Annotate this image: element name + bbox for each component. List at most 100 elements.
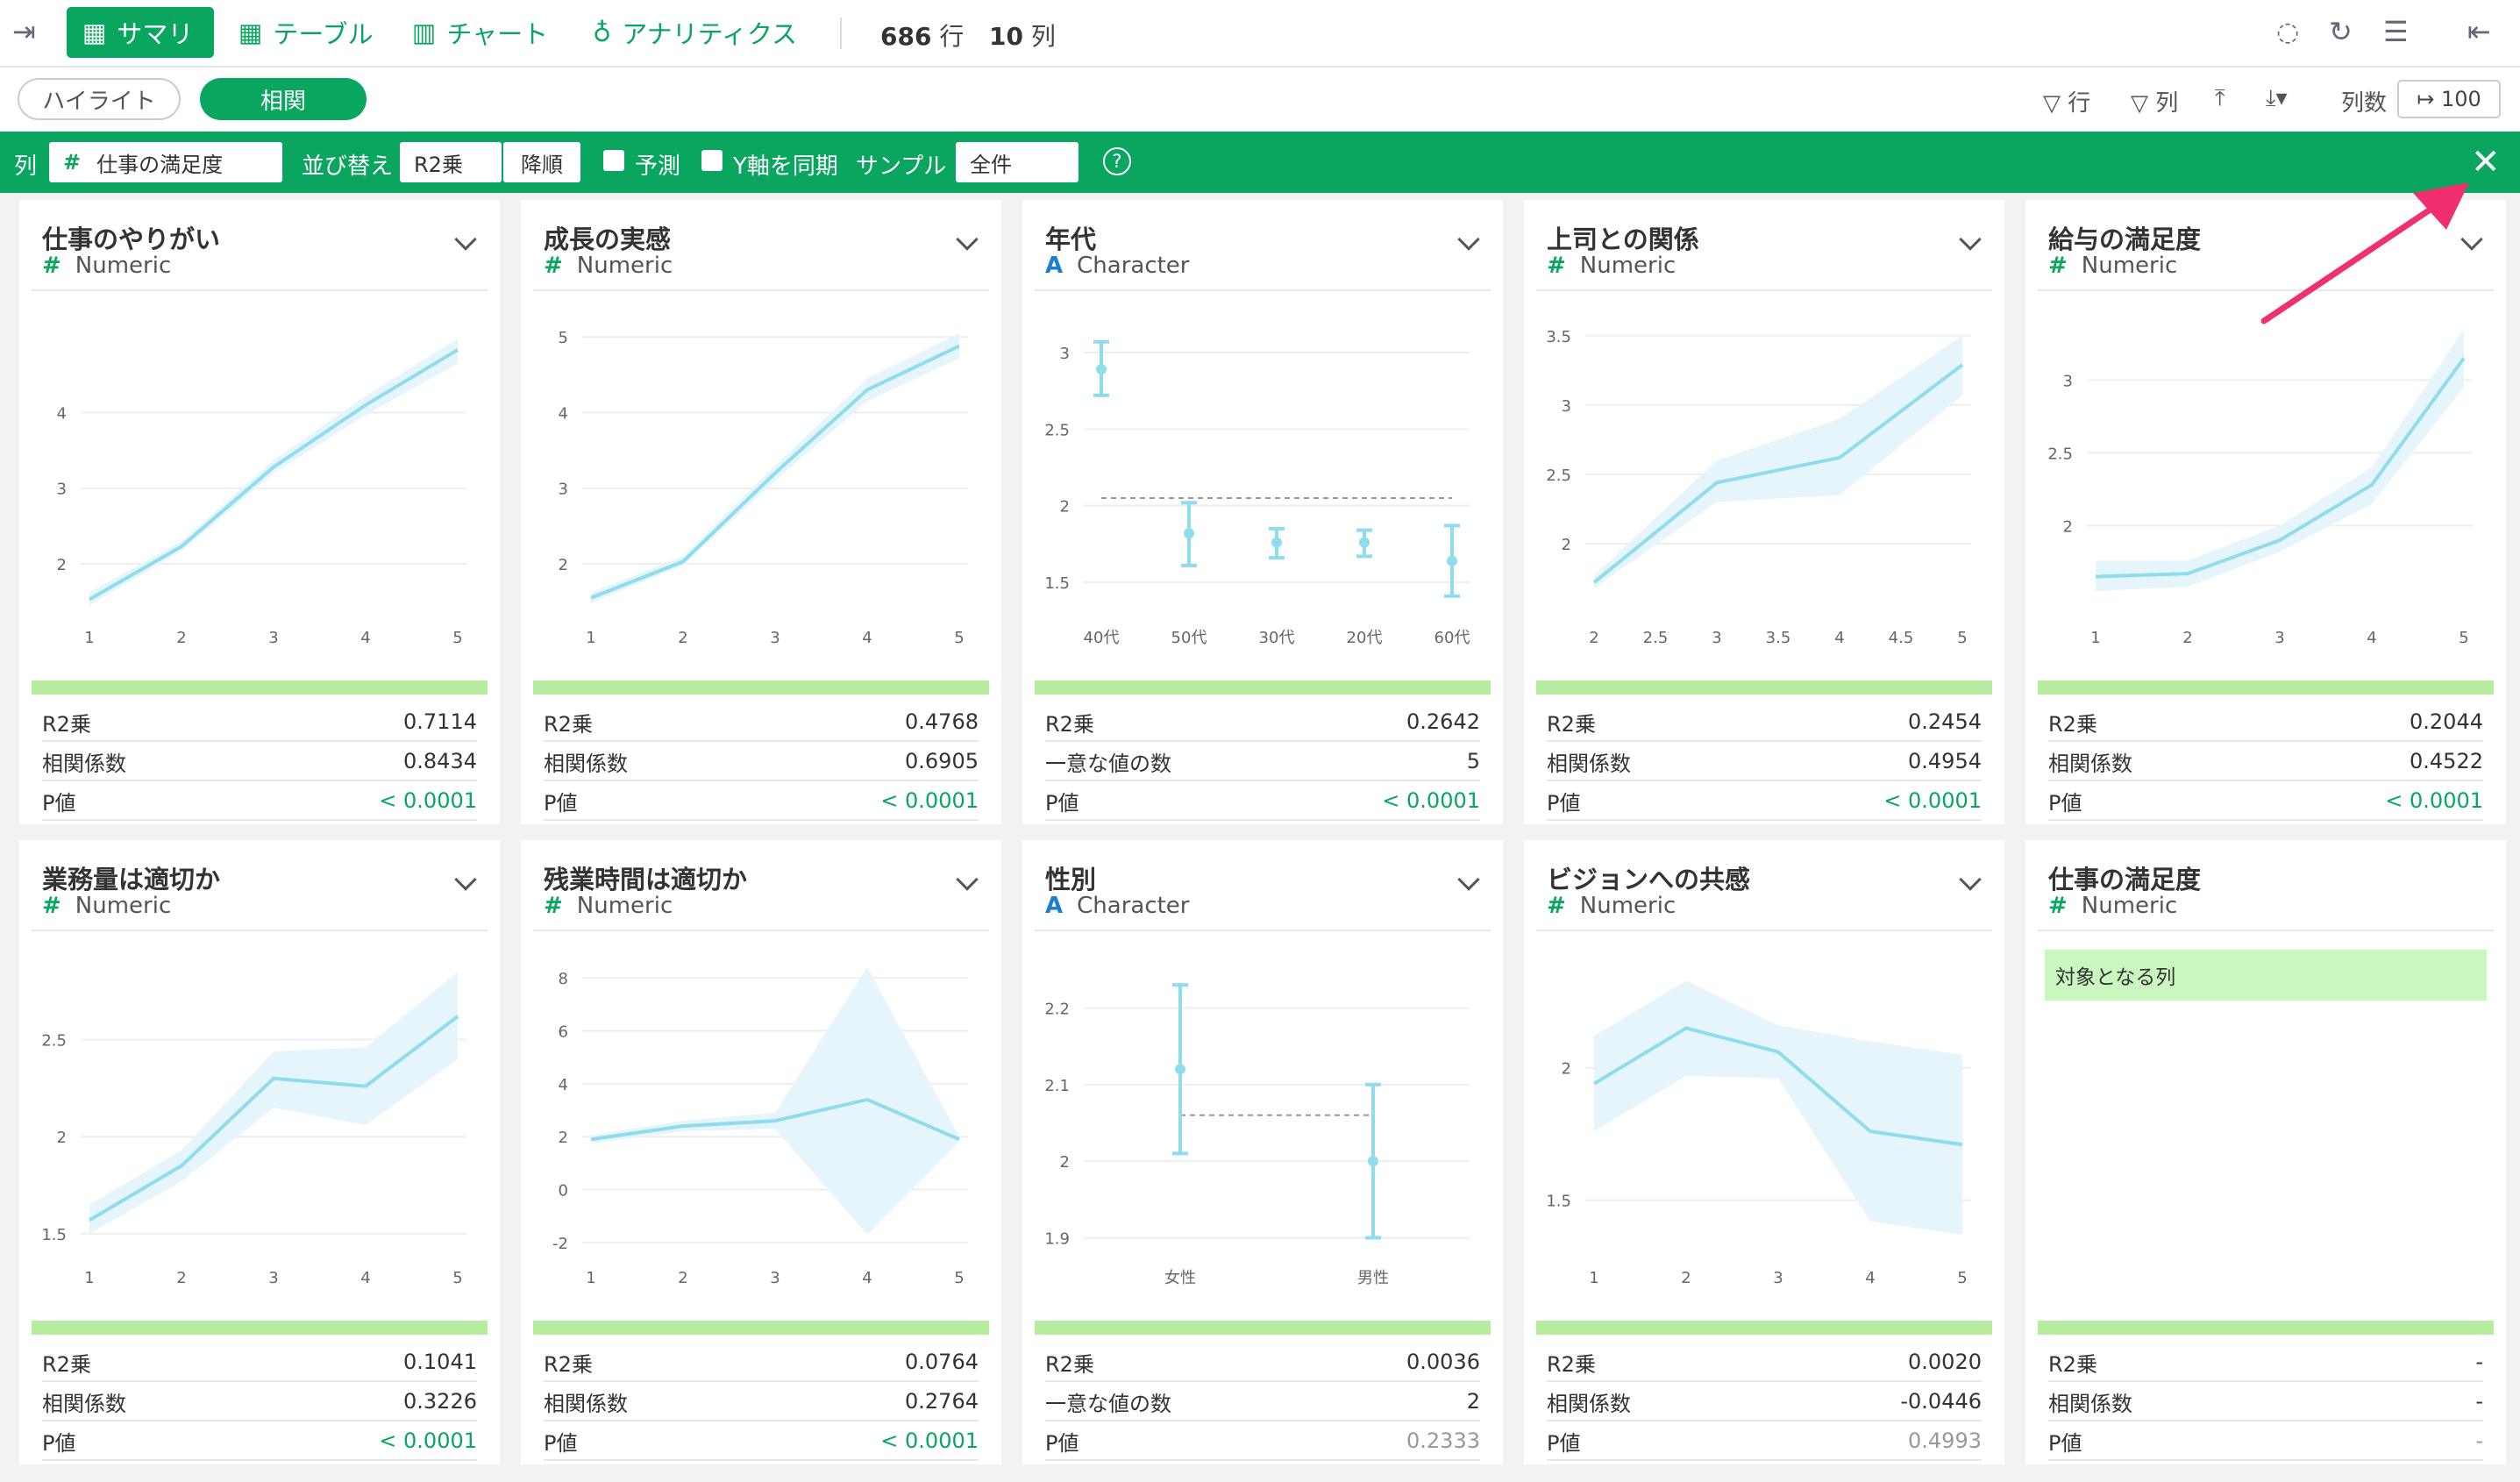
sync-y-axis-checkbox[interactable] (701, 150, 723, 171)
stat-value: 0.4768 (905, 709, 979, 734)
stat-label: P値 (1547, 1430, 1581, 1456)
chart-svg: 2 3 4 5 1 2 3 4 5 (559, 329, 968, 647)
column-type-label: Numeric (1579, 253, 1676, 279)
sample-select[interactable]: 全件 (956, 142, 1078, 182)
x-tick-label: 2.5 (1643, 629, 1669, 647)
y-tick-label: 8 (559, 970, 568, 988)
correlation-button[interactable]: 相関 (200, 78, 367, 120)
stat-value: 0.0020 (1908, 1350, 1982, 1374)
x-tick-label: 5 (452, 629, 462, 647)
card-title: 性別 (1045, 865, 1097, 894)
tab-analytics[interactable]: ♁ アナリティクス (577, 7, 813, 58)
x-tick-label: 2 (678, 629, 687, 647)
stat-label: P値 (544, 1430, 578, 1456)
help-icon[interactable]: ? (1103, 147, 1131, 175)
correlation-card: 残業時間は適切か # Numeric R2乗 0.0764 相関係数 0.2764 P値 <… (521, 840, 1001, 1464)
predict-checkbox[interactable] (603, 150, 624, 171)
stat-value: < 0.0001 (880, 788, 979, 813)
chart-svg: 1.9 2 2.1 2.2 女性 男性 (1044, 983, 1470, 1287)
stat-row: 相関係数 -0.0446 (1547, 1383, 1982, 1421)
stat-label: 相関係数 (544, 1391, 628, 1416)
chevron-down-icon[interactable] (454, 868, 477, 891)
collapse-panel-icon[interactable]: ⇤ (2467, 18, 2491, 46)
column-type: # Numeric (2048, 253, 2177, 279)
card-title: 成長の実感 (544, 224, 672, 254)
y-tick-label: 2 (559, 1129, 568, 1147)
refresh-icon[interactable]: ↻ (2329, 18, 2353, 46)
confidence-band (591, 967, 959, 1235)
x-tick-label: 男性 (1357, 1269, 1389, 1287)
column-count-input[interactable]: ↦ 100 (2397, 80, 2501, 118)
settings-sliders-icon[interactable]: ☰ (2383, 18, 2409, 46)
x-tick-label: 1 (84, 1269, 94, 1287)
x-tick-label: 5 (452, 1269, 462, 1287)
y-tick-label: 2.5 (1546, 467, 1571, 485)
y-tick-label: 6 (559, 1022, 568, 1041)
y-tick-label: 2 (57, 1129, 67, 1147)
sort-order-toggle[interactable]: 降順 (503, 142, 580, 182)
card-title: 給与の満足度 (2048, 224, 2202, 254)
chevron-down-icon[interactable] (1457, 868, 1480, 891)
sync-y-axis-label: Y軸を同期 (733, 153, 838, 180)
highlight-button[interactable]: ハイライト (18, 78, 181, 120)
stat-label: R2乗 (42, 1351, 91, 1377)
chevron-down-icon[interactable] (1959, 868, 1982, 891)
stat-row: 相関係数 0.4522 (2048, 743, 2483, 781)
chevron-down-icon[interactable] (1457, 228, 1480, 251)
upload-icon[interactable]: ⤒ (2215, 85, 2225, 112)
type-symbol-icon: A (1045, 253, 1064, 279)
column-type: # Numeric (2048, 893, 2177, 919)
chevron-down-icon[interactable] (1959, 228, 1982, 251)
sample-label: サンプル (856, 153, 947, 180)
stat-row: R2乗 0.0036 (1045, 1343, 1480, 1382)
target-column-badge: 対象となる列 (2045, 950, 2487, 1001)
y-tick-label: 0 (559, 1182, 568, 1201)
stat-label: P値 (2048, 1430, 2082, 1456)
column-count: 10 列 (989, 22, 1056, 51)
stat-value: - (2475, 1429, 2483, 1453)
chevron-down-icon[interactable] (956, 228, 979, 251)
x-tick-label: 3 (770, 1269, 779, 1287)
x-tick-label: 1 (586, 629, 595, 647)
tab-chart[interactable]: ▥ チャート (396, 7, 564, 58)
y-tick-label: 3 (2063, 372, 2073, 390)
stat-value: - (2475, 1350, 2483, 1374)
stat-value: 0.8434 (403, 749, 477, 773)
type-symbol-icon: A (1045, 893, 1064, 919)
close-icon[interactable]: ✕ (2471, 142, 2501, 182)
download-icon[interactable]: ⤓▾ (2266, 85, 2288, 112)
card-title: 年代 (1045, 224, 1097, 254)
x-tick-label: 4 (1834, 629, 1844, 647)
stat-label: P値 (1045, 1430, 1079, 1456)
chevron-down-icon[interactable] (2460, 228, 2483, 251)
confidence-band (89, 338, 458, 606)
stat-row: P値 < 0.0001 (544, 782, 979, 821)
column-filter-button[interactable]: ▽ 列 (2131, 85, 2178, 118)
chart: 1.5 2 2.5 1 2 3 4 5 (32, 941, 488, 1295)
y-tick-label: 3 (559, 481, 568, 499)
comment-icon[interactable]: ◌ (2276, 19, 2299, 46)
header-divider (32, 930, 488, 931)
stat-row: P値 < 0.0001 (1045, 782, 1480, 821)
chart: 2 3 4 5 1 2 3 4 5 (533, 301, 989, 655)
chart-svg: 1.5 2 2.5 3 40代 50代 30代 20代 60代 (1044, 339, 1470, 647)
card-title: 仕事の満足度 (2048, 865, 2202, 894)
y-tick-label: 1.5 (1546, 1193, 1571, 1211)
y-tick-label: 2 (1060, 498, 1070, 517)
expand-sidebar-icon[interactable]: ⇥ (12, 18, 36, 46)
tab-table[interactable]: ▦ テーブル (223, 7, 389, 58)
correlation-strength-bar (533, 680, 989, 695)
stat-row: P値 < 0.0001 (1547, 782, 1982, 821)
row-filter-button[interactable]: ▽ 行 (2043, 85, 2090, 118)
correlation-card: 給与の満足度 # Numeric R2乗 0.2044 相関係数 0.4522 P値 < 0… (2025, 200, 2506, 824)
chart: -2 0 2 4 6 8 1 2 3 4 5 (533, 941, 989, 1295)
stat-row: R2乗 0.2454 (1547, 703, 1982, 742)
sort-field-select[interactable]: R2乗 (400, 142, 502, 182)
target-column-select[interactable]: # 仕事の満足度 (49, 142, 282, 182)
stat-label: 相関係数 (1547, 751, 1631, 776)
chevron-down-icon[interactable] (956, 868, 979, 891)
chart-svg: -2 0 2 4 6 8 1 2 3 4 5 (552, 967, 968, 1287)
tab-summary[interactable]: ▦ サマリ (67, 7, 214, 58)
chevron-down-icon[interactable] (454, 228, 477, 251)
stat-row: P値 - (2048, 1422, 2483, 1461)
